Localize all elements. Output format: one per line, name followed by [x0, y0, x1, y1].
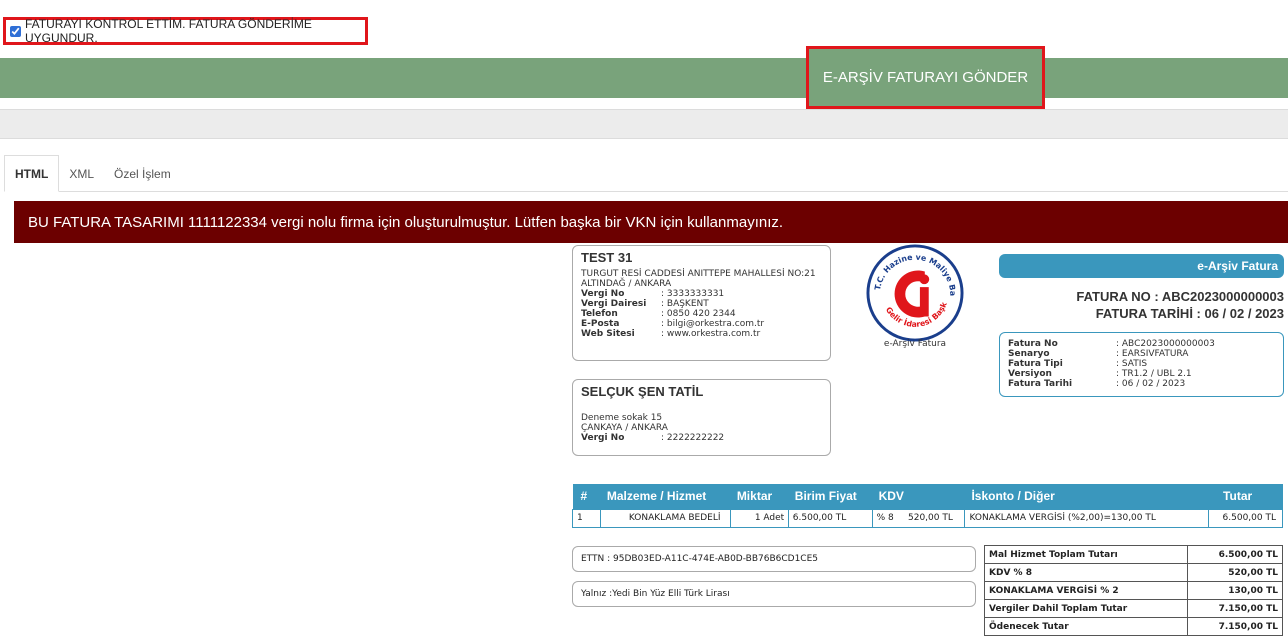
totals-amount: 130,00 TL — [1187, 581, 1283, 600]
meta-field-key: Fatura Tipi — [1008, 359, 1063, 369]
meta-field-row: Fatura Tarihi : 06 / 02 / 2023 — [1008, 379, 1275, 389]
totals-row: Ödenecek Tutar 7.150,00 TL — [983, 617, 1283, 636]
totals-amount: 7.150,00 TL — [1187, 599, 1283, 618]
seller-field-value: : BAŞKENT — [661, 299, 709, 309]
confirm-checkbox-row[interactable]: FATURAYI KONTROL ETTİM. FATURA GÖNDERİME… — [3, 17, 368, 45]
meta-field-key: Senaryo — [1008, 349, 1050, 359]
totals-table: Mal Hizmet Toplam Tutarı 6.500,00 TL KDV %… — [983, 545, 1283, 636]
tab-html[interactable]: HTML — [4, 155, 60, 192]
totals-amount: 520,00 TL — [1187, 563, 1283, 582]
seller-city: ALTINDAĞ / ANKARA — [581, 279, 672, 289]
seller-field-key: Vergi Dairesi — [581, 299, 647, 309]
seller-name: TEST 31 — [581, 250, 633, 265]
seller-field-row: Vergi No : 3333333331 — [581, 289, 822, 299]
seller-field-value: : 3333333331 — [661, 289, 725, 299]
buyer-field-row: Vergi No : 2222222222 — [581, 433, 822, 443]
buyer-field-key: Vergi No — [581, 433, 625, 443]
totals-amount: 6.500,00 TL — [1187, 545, 1283, 564]
items-cell: 6.500,00 TL — [787, 508, 873, 528]
seller-box: TEST 31 TURGUT RESİ CADDESİ ANITTEPE MAH… — [572, 245, 831, 361]
gib-logo-icon: T.C. Hazine ve Maliye Bakanlığı Gelir İd… — [866, 244, 964, 342]
confirm-checkbox[interactable] — [10, 25, 21, 37]
design-warning-banner: BU FATURA TASARIMI 1111122334 vergi nolu… — [14, 201, 1288, 243]
table-row: 1 KONAKLAMA BEDELİ 1 Adet 6.500,00 TL% 8 52… — [572, 508, 1283, 528]
items-cell: KONAKLAMA BEDELİ — [599, 508, 731, 528]
tab-special[interactable]: Özel İşlem — [104, 155, 181, 192]
totals-label: KDV % 8 — [983, 563, 1189, 582]
confirm-label: FATURAYI KONTROL ETTİM. FATURA GÖNDERİME… — [25, 17, 312, 45]
seller-field-value: : 0850 420 2344 — [661, 309, 736, 319]
buyer-name: SELÇUK ŞEN TATİL — [581, 384, 704, 399]
meta-field-key: Versiyon — [1008, 369, 1052, 379]
amount-in-words-box: Yalnız :Yedi Bin Yüz Elli Türk Lirası — [572, 581, 976, 607]
invoice-date-line: FATURA TARİHİ : 06 / 02 / 2023 — [1095, 306, 1284, 321]
invoice-meta-box: Fatura No : ABC2023000000003 Senaryo : EARS… — [999, 332, 1284, 397]
meta-field-value: : TR1.2 / UBL 2.1 — [1116, 369, 1192, 379]
totals-row: Mal Hizmet Toplam Tutarı 6.500,00 TL — [983, 545, 1283, 564]
items-cell: 6.500,00 TL — [1208, 508, 1283, 528]
seller-field-key: Vergi No — [581, 289, 625, 299]
totals-row: Vergiler Dahil Toplam Tutar 7.150,00 TL — [983, 599, 1283, 618]
totals-label: Ödenecek Tutar — [983, 617, 1189, 636]
seller-address: TURGUT RESİ CADDESİ ANITTEPE MAHALLESİ N… — [581, 269, 816, 279]
seller-field-value: : bilgi@orkestra.com.tr — [661, 319, 765, 329]
seller-field-row: Telefon : 0850 420 2344 — [581, 309, 822, 319]
items-header-cell: Malzeme / Hizmet — [600, 484, 731, 509]
items-header-cell: İskonto / Diğer — [964, 484, 1210, 509]
buyer-address: Deneme sokak 15 — [581, 413, 663, 423]
invoice-no-line: FATURA NO : ABC2023000000003 — [1076, 289, 1284, 304]
totals-label: Mal Hizmet Toplam Tutarı — [983, 545, 1189, 564]
seller-field-row: E-Posta : bilgi@orkestra.com.tr — [581, 319, 822, 329]
items-table: # Malzeme / Hizmet Miktar Birim Fiyat KDV İsk… — [572, 484, 1283, 528]
totals-row: KDV % 8 520,00 TL — [983, 563, 1283, 582]
buyer-city: ÇANKAYA / ANKARA — [581, 423, 668, 433]
items-header-cell: KDV — [872, 484, 966, 509]
tab-xml[interactable]: XML — [59, 155, 104, 192]
items-header-cell: # — [572, 484, 601, 509]
logo-caption: e-Arşiv Fatura — [883, 339, 947, 349]
ettn-box: ETTN : 95DB03ED-A11C-474E-AB0D-BB76B6CD1… — [572, 546, 976, 572]
items-cell: 1 — [572, 508, 601, 528]
meta-field-value: : SATIS — [1116, 359, 1148, 369]
meta-field-row: Fatura No : ABC2023000000003 — [1008, 339, 1275, 349]
seller-field-value: : www.orkestra.com.tr — [661, 329, 761, 339]
meta-field-key: Fatura Tarihi — [1008, 379, 1073, 389]
totals-label: KONAKLAMA VERGİSİ % 2 — [983, 581, 1189, 600]
meta-field-row: Senaryo : EARSIVFATURA — [1008, 349, 1275, 359]
meta-field-row: Fatura Tipi : SATIS — [1008, 359, 1275, 369]
seller-field-key: Web Sitesi — [581, 329, 635, 339]
seller-field-key: Telefon — [581, 309, 618, 319]
action-bar — [0, 58, 1288, 98]
meta-field-key: Fatura No — [1008, 339, 1058, 349]
send-earsiv-button[interactable]: E-ARŞİV FATURAYI GÖNDER — [806, 46, 1045, 109]
earsiv-badge: e-Arşiv Fatura — [999, 254, 1284, 278]
items-header-cell: Birim Fiyat — [788, 484, 873, 509]
items-header-cell: Miktar — [730, 484, 789, 509]
meta-field-value: : EARSIVFATURA — [1116, 349, 1189, 359]
buyer-box: SELÇUK ŞEN TATİL Deneme sokak 15 ÇANKAYA… — [572, 379, 831, 456]
seller-field-row: Web Sitesi : www.orkestra.com.tr — [581, 329, 822, 339]
items-cell: 1 Adet — [729, 508, 789, 528]
totals-amount: 7.150,00 TL — [1187, 617, 1283, 636]
items-cell: % 8 520,00 TL — [871, 508, 966, 528]
meta-field-value: : 06 / 02 / 2023 — [1116, 379, 1186, 389]
meta-field-row: Versiyon : TR1.2 / UBL 2.1 — [1008, 369, 1275, 379]
toolbar-strip — [0, 109, 1288, 139]
totals-row: KONAKLAMA VERGİSİ % 2 130,00 TL — [983, 581, 1283, 600]
buyer-field-value: : 2222222222 — [661, 433, 725, 443]
items-header-cell: Tutar — [1208, 484, 1283, 509]
totals-label: Vergiler Dahil Toplam Tutar — [983, 599, 1189, 618]
seller-field-key: E-Posta — [581, 319, 620, 329]
view-tabs: HTML XML Özel İşlem — [4, 155, 1288, 192]
seller-field-row: Vergi Dairesi : BAŞKENT — [581, 299, 822, 309]
items-cell: KONAKLAMA VERGİSİ (%2,00)=130,00 TL — [964, 508, 1210, 528]
invoice-number-heading: FATURA NO : ABC2023000000003 FATURA TARİ… — [999, 288, 1284, 322]
meta-field-value: : ABC2023000000003 — [1116, 339, 1215, 349]
